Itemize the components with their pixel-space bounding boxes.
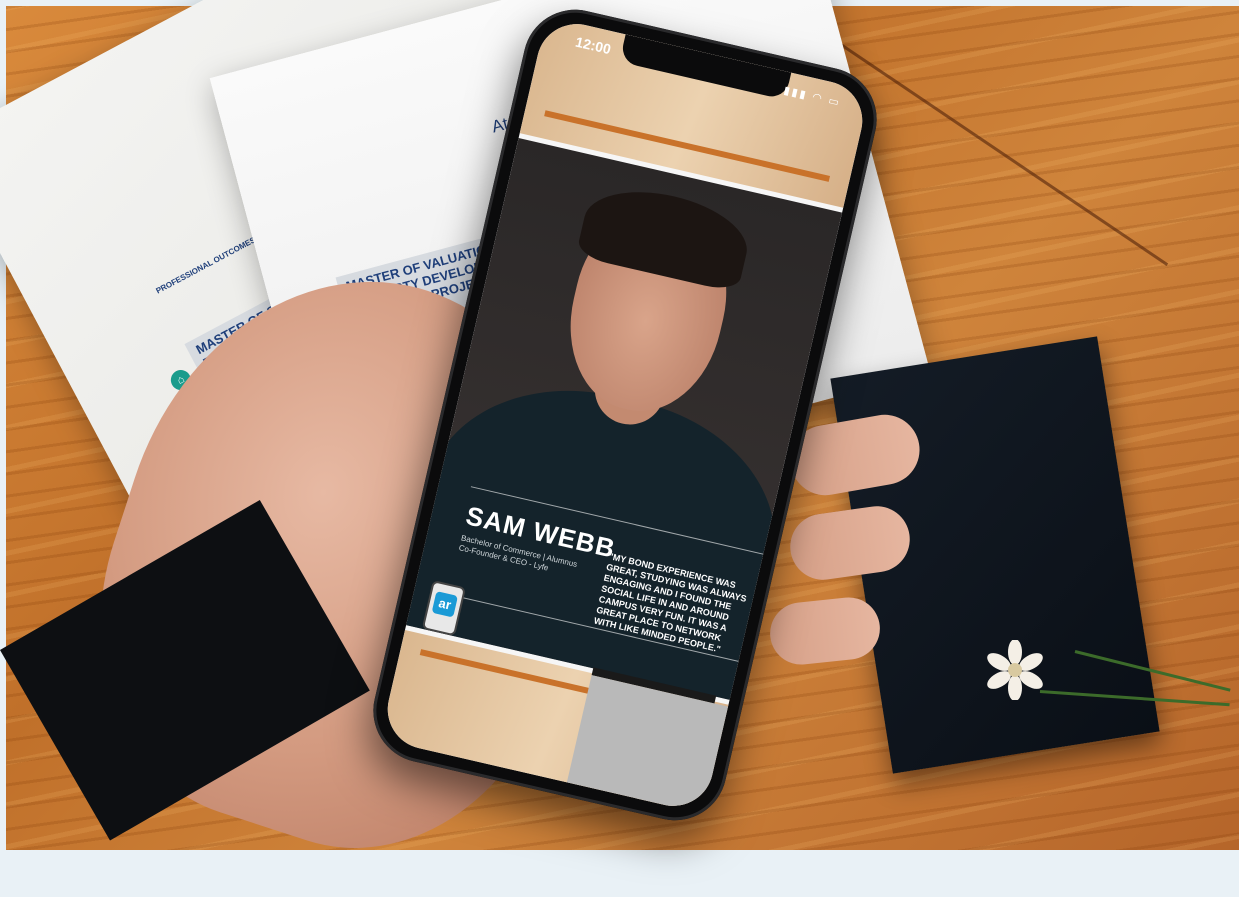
ar-icon: ar	[431, 591, 458, 618]
daisy-flower	[987, 640, 1043, 700]
